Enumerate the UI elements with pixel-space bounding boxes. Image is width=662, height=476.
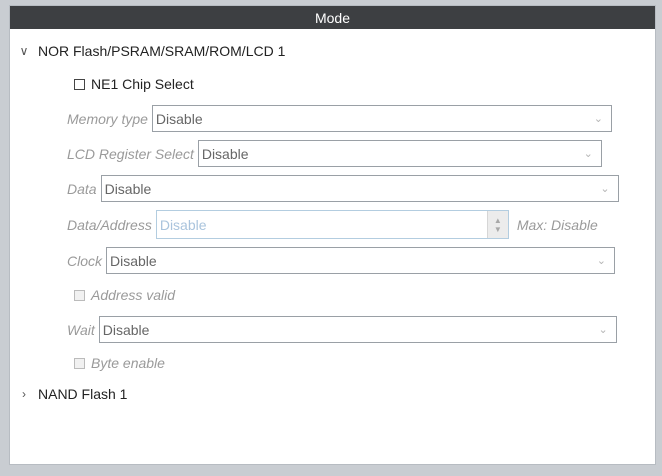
clock-row: Clock Disable ⌄ bbox=[67, 247, 616, 274]
address-valid-checkbox[interactable] bbox=[74, 289, 85, 301]
address-valid-label: Address valid bbox=[91, 287, 176, 303]
ne1-chip-select-checkbox[interactable] bbox=[74, 78, 85, 90]
data-row: Data Disable ⌄ bbox=[67, 175, 619, 202]
byte-enable-checkbox-row[interactable]: Byte enable bbox=[74, 355, 165, 371]
nor-section-label: NOR Flash/PSRAM/SRAM/ROM/LCD 1 bbox=[38, 43, 286, 59]
nand-section-header[interactable]: › NAND Flash 1 bbox=[16, 386, 127, 402]
chevron-down-icon: ⌄ bbox=[593, 113, 603, 125]
memory-type-label: Memory type bbox=[67, 110, 148, 127]
lcd-register-select-label: LCD Register Select bbox=[67, 145, 194, 162]
panel-title: Mode bbox=[10, 6, 655, 29]
chevron-down-icon: ⌄ bbox=[600, 183, 610, 195]
spin-down-icon[interactable]: ▼ bbox=[494, 225, 502, 234]
chevron-down-icon[interactable]: ∨ bbox=[16, 44, 32, 58]
spinner-buttons[interactable]: ▲ ▼ bbox=[486, 211, 508, 238]
byte-enable-label: Byte enable bbox=[91, 355, 165, 371]
chevron-down-icon: ⌄ bbox=[583, 148, 593, 160]
spin-up-icon[interactable]: ▲ bbox=[494, 216, 502, 225]
ne1-chip-select-label: NE1 Chip Select bbox=[91, 76, 194, 92]
wait-select[interactable]: Disable ⌄ bbox=[98, 316, 617, 343]
chevron-down-icon: ⌄ bbox=[596, 255, 607, 267]
clock-select[interactable]: Disable ⌄ bbox=[106, 247, 616, 274]
panel-title-text: Mode bbox=[314, 9, 351, 26]
wait-row: Wait Disable ⌄ bbox=[67, 316, 617, 343]
memory-type-row: Memory type Disable ⌄ bbox=[67, 105, 612, 132]
data-address-max: Max: Disable bbox=[516, 216, 598, 233]
lcd-register-select-value: Disable bbox=[201, 145, 249, 162]
lcd-register-select-row: LCD Register Select Disable ⌄ bbox=[67, 140, 602, 167]
wait-label: Wait bbox=[67, 321, 95, 338]
data-address-value[interactable]: Disable bbox=[157, 217, 487, 233]
nand-section-label: NAND Flash 1 bbox=[38, 386, 128, 402]
address-valid-checkbox-row[interactable]: Address valid bbox=[74, 287, 175, 303]
byte-enable-checkbox[interactable] bbox=[74, 357, 85, 369]
data-address-label: Data/Address bbox=[67, 216, 152, 233]
data-select[interactable]: Disable ⌄ bbox=[100, 175, 619, 202]
nor-section-header[interactable]: ∨ NOR Flash/PSRAM/SRAM/ROM/LCD 1 bbox=[16, 43, 286, 59]
data-address-spinner[interactable]: Disable ▲ ▼ bbox=[155, 210, 509, 239]
mode-panel: Mode ∨ NOR Flash/PSRAM/SRAM/ROM/LCD 1 NE… bbox=[9, 5, 656, 465]
data-label: Data bbox=[67, 180, 97, 197]
chevron-right-icon[interactable]: › bbox=[16, 387, 32, 401]
data-value: Disable bbox=[104, 180, 152, 197]
memory-type-select[interactable]: Disable ⌄ bbox=[151, 105, 612, 132]
data-address-row: Data/Address Disable ▲ ▼ Max: Disable bbox=[67, 210, 598, 239]
lcd-register-select-select[interactable]: Disable ⌄ bbox=[197, 140, 602, 167]
chevron-down-icon: ⌄ bbox=[598, 324, 608, 336]
clock-label: Clock bbox=[67, 252, 103, 269]
ne1-chip-select-checkbox-row[interactable]: NE1 Chip Select bbox=[74, 76, 194, 92]
wait-value: Disable bbox=[102, 321, 150, 338]
memory-type-value: Disable bbox=[155, 110, 203, 127]
window-background: Mode ∨ NOR Flash/PSRAM/SRAM/ROM/LCD 1 NE… bbox=[0, 0, 662, 476]
clock-value: Disable bbox=[110, 252, 157, 269]
